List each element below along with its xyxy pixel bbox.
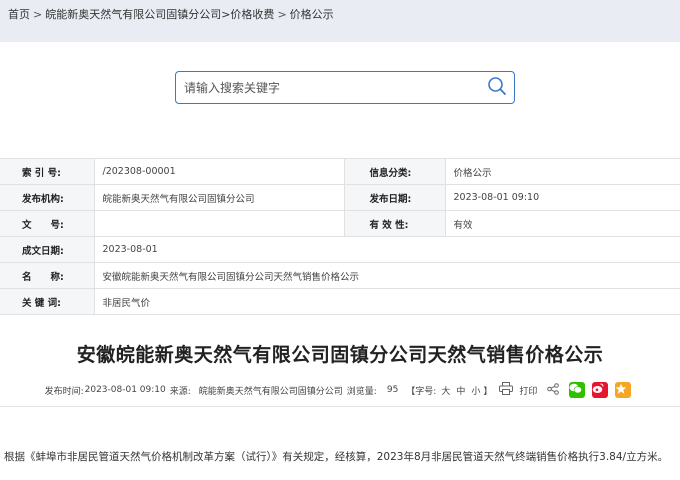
share-button[interactable] — [547, 382, 563, 398]
publish-date-label: 发布日期: — [343, 184, 446, 211]
article-title: 安徽皖能新奥天然气有限公司固镇分公司天然气销售价格公示 — [76, 344, 604, 366]
share-wechat-button[interactable] — [569, 382, 586, 398]
font-size-medium-button[interactable]: 中 — [456, 384, 465, 397]
wechat-icon — [569, 383, 582, 397]
breadcrumb-pricing-link[interactable]: >价格收费 — [221, 6, 274, 22]
meta-row: 名 称: 安徽皖能新奥天然气有限公司固镇分公司天然气销售价格公示 — [0, 262, 680, 289]
name-label: 名 称: — [0, 262, 95, 289]
article-info-bar: 发布时间: 2023-08-01 09:10 来源: 皖能新奥天然气有限公司固镇… — [0, 378, 680, 402]
source-label: 来源: — [169, 386, 191, 397]
keywords-label: 关 键 词: — [0, 288, 95, 315]
views-label: 浏览量: — [346, 386, 377, 397]
category-label: 信息分类: — [343, 158, 446, 185]
breadcrumb-current-link[interactable]: 价格公示 — [290, 6, 334, 22]
meta-row: 关 键 词: 非居民气价 — [0, 288, 680, 315]
font-size-small-button[interactable]: 小 — [471, 384, 480, 397]
search-input[interactable] — [176, 72, 480, 103]
printer-icon — [499, 382, 514, 398]
keywords-value: 非居民气价 — [93, 288, 680, 315]
print-button[interactable]: 打印 — [499, 382, 541, 398]
publish-date-value: 2023-08-01 09:10 — [444, 184, 680, 211]
breadcrumb-home-link[interactable]: 首页 — [8, 6, 30, 22]
breadcrumb-separator: > — [277, 7, 287, 21]
document-meta-table: 索 引 号: /202308-00001 信息分类: 价格公示 发布机构: 皖能… — [0, 158, 680, 315]
search-button[interactable] — [480, 72, 514, 103]
content-divider — [0, 406, 680, 407]
breadcrumb: 首页 > 皖能新奥天然气有限公司固镇分公司 >价格收费 > 价格公示 — [0, 0, 680, 42]
meta-row: 发布机构: 皖能新奥天然气有限公司固镇分公司 发布日期: 2023-08-01 … — [0, 184, 680, 211]
published-label: 发布时间: — [44, 386, 84, 397]
weibo-icon — [592, 383, 604, 397]
docno-value — [93, 210, 345, 237]
share-weibo-button[interactable] — [592, 382, 609, 398]
share-icon — [547, 382, 560, 398]
breadcrumb-company-link[interactable]: 皖能新奥天然气有限公司固镇分公司 — [45, 6, 221, 22]
issuer-label: 发布机构: — [0, 184, 95, 211]
fontsize-open: 【字号: — [406, 386, 437, 397]
issuer-value: 皖能新奥天然气有限公司固镇分公司 — [93, 184, 345, 211]
share-qzone-button[interactable] — [615, 382, 632, 398]
docno-label: 文 号: — [0, 210, 95, 237]
fontsize-close: 】 — [483, 386, 493, 397]
created-date-value: 2023-08-01 — [93, 236, 680, 263]
article-body: 根据《蚌埠市非居民管道天然气价格机制改革方案（试行）》有关规定，经核算，2023… — [4, 451, 669, 463]
qzone-star-icon — [615, 383, 627, 398]
source-value: 皖能新奥天然气有限公司固镇分公司 — [198, 386, 343, 397]
category-value: 价格公示 — [444, 158, 680, 185]
search-box — [175, 71, 515, 104]
views-value: 95 — [386, 385, 399, 395]
meta-row: 成文日期: 2023-08-01 — [0, 236, 680, 263]
index-value: /202308-00001 — [93, 158, 345, 185]
search-icon — [487, 76, 507, 100]
meta-row: 文 号: 有 效 性: 有效 — [0, 210, 680, 237]
breadcrumb-separator: > — [33, 7, 43, 21]
published-value: 2023-08-01 09:10 — [84, 385, 166, 395]
font-size-large-button[interactable]: 大 — [441, 384, 450, 397]
print-label: 打印 — [519, 386, 538, 397]
index-label: 索 引 号: — [0, 158, 95, 185]
meta-row: 索 引 号: /202308-00001 信息分类: 价格公示 — [0, 158, 680, 185]
created-date-label: 成文日期: — [0, 236, 95, 263]
validity-value: 有效 — [444, 210, 680, 237]
name-value: 安徽皖能新奥天然气有限公司固镇分公司天然气销售价格公示 — [93, 262, 680, 289]
validity-label: 有 效 性: — [343, 210, 446, 237]
